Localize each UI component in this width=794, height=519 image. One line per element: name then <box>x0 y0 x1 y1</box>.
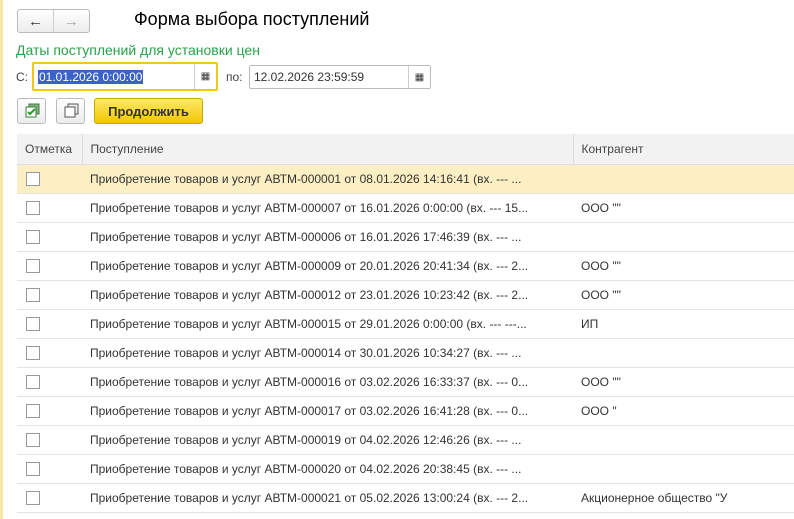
calendar-icon[interactable]: ▦ <box>408 66 430 88</box>
contractor-cell[interactable]: ООО "" <box>573 280 794 310</box>
forward-button[interactable]: → <box>53 10 89 32</box>
mark-cell <box>17 338 82 368</box>
contractor-cell[interactable] <box>573 338 794 368</box>
contractor-cell[interactable] <box>573 164 794 194</box>
mark-checkbox[interactable] <box>26 432 40 447</box>
receipt-cell[interactable]: Приобретение товаров и услуг АВТМ-000007… <box>82 193 573 223</box>
receipt-cell[interactable]: Приобретение товаров и услуг АВТМ-000001… <box>82 164 573 194</box>
mark-checkbox[interactable] <box>26 490 40 505</box>
table-row[interactable]: Приобретение товаров и услуг АВТМ-000015… <box>17 309 794 339</box>
receipt-cell[interactable]: Приобретение товаров и услуг АВТМ-000016… <box>82 367 573 397</box>
receipt-cell[interactable]: Приобретение товаров и услуг АВТМ-000021… <box>82 483 573 513</box>
mark-checkbox[interactable] <box>26 229 40 244</box>
receipt-cell[interactable]: Приобретение товаров и услуг АВТМ-000017… <box>82 396 573 426</box>
mark-checkbox[interactable] <box>26 287 40 302</box>
table-row[interactable]: Приобретение товаров и услуг АВТМ-000009… <box>17 251 794 281</box>
contractor-cell[interactable] <box>573 222 794 252</box>
contractor-cell[interactable]: Акционерное общество "У <box>573 483 794 513</box>
mark-cell <box>17 251 82 281</box>
mark-checkbox[interactable] <box>26 403 40 418</box>
table-row[interactable]: Приобретение товаров и услуг АВТМ-000001… <box>17 164 794 194</box>
to-date-value[interactable]: 12.02.2026 23:59:59 <box>250 70 408 84</box>
to-date-field[interactable]: 12.02.2026 23:59:59 ▦ <box>249 65 431 89</box>
contractor-cell[interactable] <box>573 425 794 455</box>
contractor-cell[interactable]: ООО "" <box>573 367 794 397</box>
dates-group-label: Даты поступлений для установки цен <box>16 42 260 58</box>
receipt-cell[interactable]: Приобретение товаров и услуг АВТМ-000020… <box>82 454 573 484</box>
mark-cell <box>17 396 82 426</box>
left-border <box>0 0 3 519</box>
receipt-cell[interactable]: Приобретение товаров и услуг АВТМ-000014… <box>82 338 573 368</box>
uncheck-all-icon <box>64 103 78 118</box>
mark-cell <box>17 454 82 484</box>
receipt-cell[interactable]: Приобретение товаров и услуг АВТМ-000012… <box>82 280 573 310</box>
receipt-cell[interactable]: Приобретение товаров и услуг АВТМ-000006… <box>82 222 573 252</box>
table-row[interactable]: Приобретение товаров и услуг АВТМ-000020… <box>17 454 794 484</box>
mark-checkbox[interactable] <box>26 461 40 476</box>
calendar-icon[interactable]: ▦ <box>194 64 216 89</box>
mark-cell <box>17 193 82 223</box>
check-all-icon <box>25 103 39 118</box>
mark-checkbox[interactable] <box>26 200 40 215</box>
receipts-table: Отметка Поступление Контрагент Приобрете… <box>17 134 794 513</box>
contractor-cell[interactable]: ООО "" <box>573 251 794 281</box>
column-header-contractor[interactable]: Контрагент <box>573 134 794 165</box>
mark-checkbox[interactable] <box>26 345 40 360</box>
receipt-cell[interactable]: Приобретение товаров и услуг АВТМ-000015… <box>82 309 573 339</box>
contractor-cell[interactable]: ООО " <box>573 396 794 426</box>
mark-checkbox[interactable] <box>26 258 40 273</box>
column-header-receipt[interactable]: Поступление <box>82 134 574 165</box>
receipt-cell[interactable]: Приобретение товаров и услуг АВТМ-000019… <box>82 425 573 455</box>
from-date-value[interactable]: 01.01.2026 0:00:00 <box>38 69 144 84</box>
back-button[interactable]: ← <box>18 10 53 32</box>
mark-cell <box>17 309 82 339</box>
table-row[interactable]: Приобретение товаров и услуг АВТМ-000017… <box>17 396 794 426</box>
table-row[interactable]: Приобретение товаров и услуг АВТМ-000019… <box>17 425 794 455</box>
table-row[interactable]: Приобретение товаров и услуг АВТМ-000016… <box>17 367 794 397</box>
to-label: по: <box>226 70 243 84</box>
check-all-button[interactable] <box>17 98 46 124</box>
page-title: Форма выбора поступлений <box>134 9 370 29</box>
mark-cell <box>17 222 82 252</box>
table-row[interactable]: Приобретение товаров и услуг АВТМ-000021… <box>17 483 794 513</box>
column-header-mark[interactable]: Отметка <box>17 134 83 165</box>
mark-checkbox[interactable] <box>26 171 40 186</box>
mark-cell <box>17 483 82 513</box>
table-row[interactable]: Приобретение товаров и услуг АВТМ-000007… <box>17 193 794 223</box>
nav-buttons: ← → <box>17 9 90 33</box>
receipt-cell[interactable]: Приобретение товаров и услуг АВТМ-000009… <box>82 251 573 281</box>
mark-cell <box>17 280 82 310</box>
table-row[interactable]: Приобретение товаров и услуг АВТМ-000012… <box>17 280 794 310</box>
uncheck-all-button[interactable] <box>56 98 85 124</box>
contractor-cell[interactable]: ООО "" <box>573 193 794 223</box>
mark-checkbox[interactable] <box>26 374 40 389</box>
from-date-field[interactable]: 01.01.2026 0:00:00 ▦ <box>32 62 218 91</box>
mark-checkbox[interactable] <box>26 316 40 331</box>
mark-cell <box>17 367 82 397</box>
mark-cell <box>17 164 82 194</box>
contractor-cell[interactable]: ИП <box>573 309 794 339</box>
continue-button[interactable]: Продолжить <box>94 98 203 124</box>
from-label: С: <box>16 70 28 84</box>
mark-cell <box>17 425 82 455</box>
table-row[interactable]: Приобретение товаров и услуг АВТМ-000006… <box>17 222 794 252</box>
table-row[interactable]: Приобретение товаров и услуг АВТМ-000014… <box>17 338 794 368</box>
contractor-cell[interactable] <box>573 454 794 484</box>
